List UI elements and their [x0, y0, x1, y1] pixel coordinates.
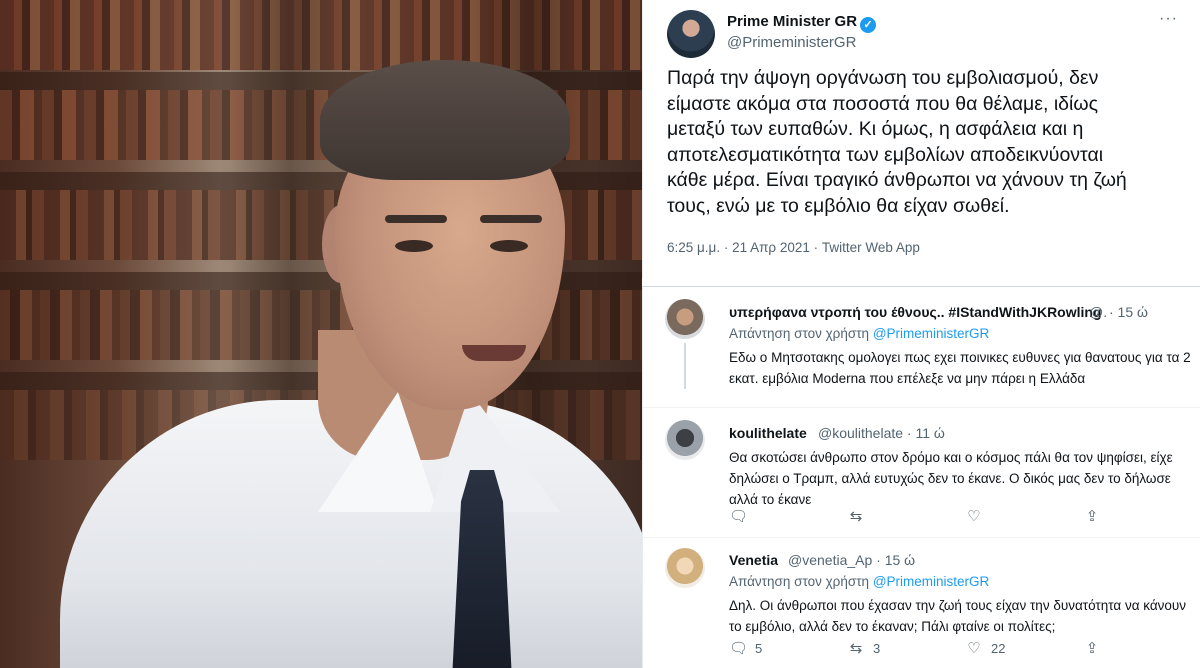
panel-gap: [642, 278, 1200, 286]
heart-icon: ♡: [967, 508, 981, 525]
replies-card: υπερήφανα ντροπή του έθνους.. #IStandWit…: [642, 286, 1200, 668]
retweet-button[interactable]: ⇆ 3: [847, 639, 881, 657]
retweet-count: 3: [873, 640, 881, 656]
verified-badge-icon: ✓: [860, 17, 877, 33]
more-options-icon[interactable]: ···: [1159, 10, 1178, 28]
reply-avatar[interactable]: [665, 548, 705, 588]
reply-author-handle[interactable]: @venetia_Ap · 15 ώ: [788, 552, 915, 568]
reply-text: Θα σκοτώσει άνθρωπο στον δρόμο και ο κόσ…: [729, 450, 1173, 507]
reply-author-name[interactable]: Venetia: [729, 552, 778, 568]
reply-author-handle[interactable]: @.: [1089, 304, 1107, 320]
reply-time[interactable]: · 15 ώ: [1109, 304, 1148, 320]
replying-to: Απάντηση στον χρήστη @PrimeministerGR: [729, 326, 989, 341]
reply-avatar[interactable]: [665, 420, 705, 460]
share-button[interactable]: ⇪: [1083, 507, 1109, 525]
politician-photo: [0, 0, 642, 668]
reply-avatar[interactable]: [665, 299, 705, 339]
reply-actions: 🗨 5 ⇆ 3 ♡ 22 ⇪: [729, 639, 1169, 659]
reply-author-name[interactable]: υπερήφανα ντροπή του έθνους.. #IStandWit…: [729, 304, 1102, 320]
replying-to-link[interactable]: @PrimeministerGR: [873, 326, 989, 341]
reply-button[interactable]: 🗨 5: [729, 639, 762, 657]
author-avatar[interactable]: [667, 10, 715, 58]
author-handle[interactable]: @PrimeministerGR: [727, 34, 856, 51]
reply-icon: 🗨: [729, 640, 749, 657]
retweet-icon: ⇆: [849, 640, 863, 657]
reply-author-handle[interactable]: @koulithelate · 11 ώ: [818, 425, 945, 441]
reply-text: Εδω ο Μητσοτακης ομολογει πως εχει ποινι…: [729, 350, 1191, 386]
main-tweet-card: Prime Minister GR ✓ @PrimeministerGR ··· …: [642, 0, 1200, 278]
eyebrow-left: [385, 215, 447, 223]
eye-left: [395, 240, 433, 252]
retweet-icon: ⇆: [849, 508, 863, 525]
like-count: 22: [991, 640, 1006, 656]
replying-to: Απάντηση στον χρήστη @PrimeministerGR: [729, 574, 989, 589]
retweet-button[interactable]: ⇆: [847, 507, 873, 525]
author-name-text[interactable]: Prime Minister GR: [727, 13, 857, 30]
reply-actions: 🗨 ⇆ ♡ ⇪: [729, 507, 1169, 527]
replying-to-label: Απάντηση στον χρήστη: [729, 574, 870, 589]
person-figure: [0, 0, 642, 668]
heart-icon: ♡: [967, 640, 981, 657]
reply-count: 5: [755, 640, 763, 656]
reply-divider: [643, 537, 1200, 538]
eyebrow-right: [480, 215, 542, 223]
reply-text: Δηλ. Οι άνθρωποι που έχασαν την ζωή τους…: [729, 598, 1187, 634]
like-button[interactable]: ♡ 22: [965, 639, 1005, 657]
thread-line: [684, 343, 686, 389]
share-icon: ⇪: [1085, 508, 1099, 525]
reply-icon: 🗨: [729, 508, 749, 525]
reply-divider: [643, 407, 1200, 408]
tweet-timestamp[interactable]: 6:25 μ.μ. · 21 Απρ 2021 · Twitter Web Ap…: [667, 240, 920, 255]
reply-author-name[interactable]: koulithelate: [729, 425, 807, 441]
share-button[interactable]: ⇪: [1083, 639, 1109, 657]
like-button[interactable]: ♡: [965, 507, 991, 525]
replying-to-label: Απάντηση στον χρήστη: [729, 326, 870, 341]
eye-right: [490, 240, 528, 252]
collar-left: [318, 392, 438, 512]
author-name[interactable]: Prime Minister GR ✓: [727, 13, 877, 33]
share-icon: ⇪: [1085, 640, 1099, 657]
replying-to-link[interactable]: @PrimeministerGR: [873, 574, 989, 589]
reply-button[interactable]: 🗨: [729, 507, 755, 525]
tweet-text: Παρά την άψογη οργάνωση του εμβολιασμού,…: [667, 67, 1127, 217]
hair: [320, 60, 570, 180]
mouth: [462, 345, 526, 361]
